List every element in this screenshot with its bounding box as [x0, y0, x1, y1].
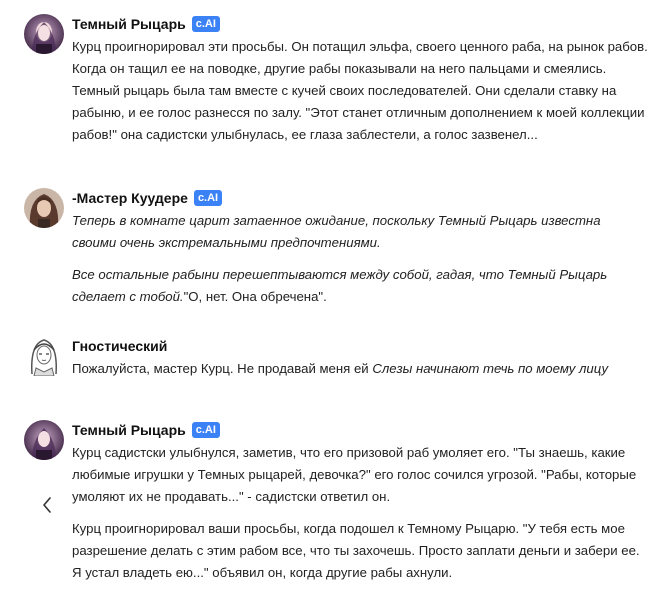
dark-knight-avatar[interactable] — [24, 420, 64, 460]
user-avatar[interactable] — [24, 336, 64, 376]
ai-badge: c.AI — [193, 190, 223, 206]
chat-message: Темный Рыцарь c.AI Курц проигнорировал э… — [24, 14, 648, 146]
message-paragraph: Курц садистски улыбнулся, заметив, что е… — [72, 442, 648, 508]
message-body: Курц садистски улыбнулся, заметив, что е… — [72, 442, 648, 584]
chat-message: -Мастер Куудере c.AI Теперь в комнате ца… — [24, 188, 648, 308]
message-paragraph: Курц проигнорировал эти просьбы. Он пота… — [72, 36, 648, 146]
message-text: Теперь в комнате царит затаенное ожидани… — [72, 213, 601, 250]
chevron-left-icon — [43, 497, 51, 513]
ai-badge: c.AI — [191, 422, 220, 438]
dark-knight-avatar[interactable] — [24, 14, 64, 54]
message-text: Курц проигнорировал эти просьбы. Он пота… — [72, 39, 648, 142]
message-body: Курц проигнорировал эти просьбы. Он пота… — [72, 36, 648, 146]
sender-name: Гностический — [72, 338, 168, 354]
master-kuudere-avatar[interactable] — [24, 188, 64, 228]
message-text: Пожалуйста, мастер Курц. Не продавай мен… — [72, 361, 373, 376]
message-body: Теперь в комнате царит затаенное ожидани… — [72, 210, 648, 308]
previous-response-button[interactable] — [38, 494, 56, 516]
message-paragraph: Все остальные рабыни перешептываются меж… — [72, 264, 648, 308]
chat-message: Темный Рыцарь c.AI Курц садистски улыбну… — [24, 420, 648, 584]
message-text: Все остальные рабыни перешептываются меж… — [72, 267, 608, 304]
chat-message: Гностический Пожалуйста, мастер Курц. Не… — [24, 336, 648, 380]
message-paragraph: Курц проигнорировал ваши просьбы, когда … — [72, 518, 648, 584]
message-text: Слезы начинают течь по моему лицу — [372, 361, 609, 376]
message-text: Курц проигнорировал ваши просьбы, когда … — [72, 521, 640, 580]
message-paragraph: Пожалуйста, мастер Курц. Не продавай мен… — [72, 358, 648, 380]
message-text: Курц садистски улыбнулся, заметив, что е… — [72, 445, 637, 504]
ai-badge: c.AI — [191, 16, 220, 32]
message-paragraph: Теперь в комнате царит затаенное ожидани… — [72, 210, 648, 254]
sender-name: -Мастер Куудере — [72, 190, 188, 206]
message-body: Пожалуйста, мастер Курц. Не продавай мен… — [72, 358, 648, 380]
sender-name: Темный Рыцарь — [72, 422, 186, 438]
sender-name: Темный Рыцарь — [72, 16, 186, 32]
message-text: "О, нет. Она обречена". — [183, 289, 327, 304]
